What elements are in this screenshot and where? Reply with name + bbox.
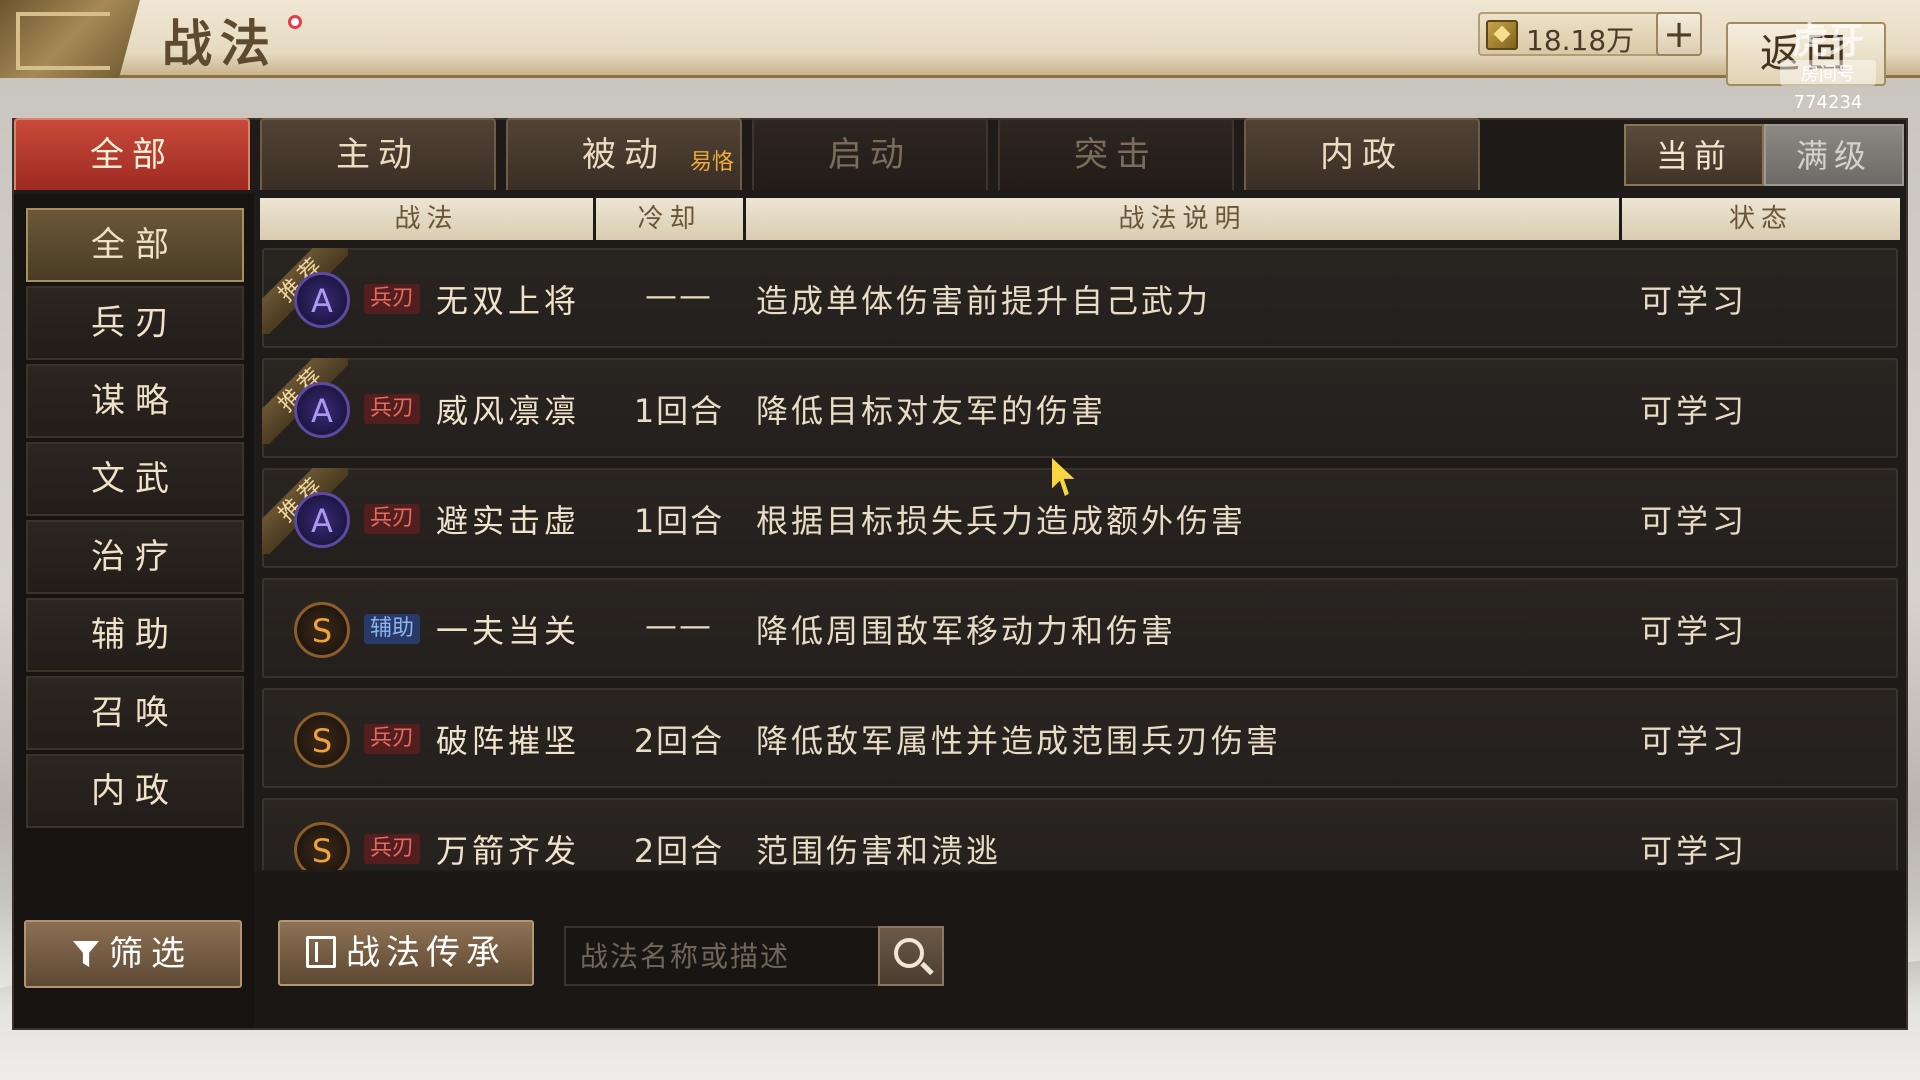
column-header-skill: 战法 (260, 198, 596, 240)
level-toggle: 当前 满级 (1624, 124, 1904, 186)
skill-name: 无双上将 (436, 282, 581, 320)
type-tag: 兵刃 (364, 724, 421, 754)
skill-name: 破阵摧坚 (436, 722, 581, 760)
skill-inherit-label: 战法传承 (346, 933, 506, 973)
skill-description: 根据目标损失兵力造成额外伤害 (756, 502, 1247, 540)
tab-label: 内政 (1320, 135, 1404, 175)
table-row[interactable]: S 辅助 一夫当关 —— 降低周围敌军移动力和伤害 可学习 (262, 578, 1898, 678)
room-number: 774234 (1793, 92, 1863, 113)
tab-passive[interactable]: 被动 易恪 (506, 118, 742, 190)
currency-icon (1486, 20, 1518, 50)
tab-assault[interactable]: 突击 (998, 118, 1234, 190)
tab-all[interactable]: 全部 (14, 118, 250, 190)
table-row[interactable]: 推荐 A 兵刃 无双上将 —— 造成单体伤害前提升自己武力 可学习 (262, 248, 1898, 348)
skill-list: 推荐 A 兵刃 无双上将 —— 造成单体伤害前提升自己武力 可学习 推荐 A 兵… (262, 248, 1898, 870)
add-currency-button[interactable]: + (1656, 12, 1702, 56)
search-button[interactable] (878, 926, 944, 986)
skill-cooldown: 2回合 (633, 722, 725, 760)
tab-launch[interactable]: 启动 (752, 118, 988, 190)
tab-badge: 易恪 (689, 150, 734, 175)
sidebar-item-civil-military[interactable]: 文武 (26, 442, 244, 516)
column-header-description: 战法说明 (746, 198, 1622, 240)
grade-badge: A (294, 272, 350, 328)
bottom-bar: 战法传承 (254, 872, 1906, 1028)
skill-cooldown: 2回合 (633, 832, 725, 870)
sidebar-item-internal[interactable]: 内政 (26, 754, 244, 828)
room-logo: 虎牙 (1791, 21, 1864, 62)
search-input[interactable] (564, 926, 884, 986)
skill-description: 降低周围敌军移动力和伤害 (756, 612, 1177, 650)
type-tag: 兵刃 (364, 394, 421, 424)
skill-description: 降低敌军属性并造成范围兵刃伤害 (756, 722, 1282, 760)
level-max-button[interactable]: 满级 (1764, 124, 1904, 186)
room-label: 房间号 (1780, 60, 1876, 86)
notification-dot-icon (288, 15, 302, 29)
type-tag: 兵刃 (364, 284, 421, 314)
room-badge: 虎牙 房间号 774234 (1772, 24, 1884, 116)
skill-status: 可学习 (1639, 282, 1748, 320)
skill-name: 避实击虚 (436, 502, 581, 540)
skill-cooldown: —— (645, 606, 713, 644)
skill-status: 可学习 (1639, 612, 1748, 650)
tab-label: 启动 (828, 135, 912, 175)
sidebar-item-summon[interactable]: 召唤 (26, 676, 244, 750)
sidebar-item-support[interactable]: 辅助 (26, 598, 244, 672)
type-tag: 辅助 (364, 614, 421, 644)
skill-cooldown: 1回合 (633, 392, 725, 430)
skill-inherit-button[interactable]: 战法传承 (278, 920, 534, 986)
skill-name: 一夫当关 (436, 612, 581, 650)
tab-label: 突击 (1074, 135, 1158, 175)
skill-cooldown: —— (645, 276, 713, 314)
book-icon (306, 936, 336, 968)
table-row[interactable]: S 兵刃 破阵摧坚 2回合 降低敌军属性并造成范围兵刃伤害 可学习 (262, 688, 1898, 788)
skill-description: 降低目标对友军的伤害 (756, 392, 1107, 430)
sidebar: 全部 兵刃 谋略 文武 治疗 辅助 召唤 内政 筛选 (14, 194, 254, 1028)
skill-cooldown: 1回合 (633, 502, 725, 540)
skill-name: 威风凛凛 (436, 392, 581, 430)
type-tag: 兵刃 (364, 504, 421, 534)
type-tag: 兵刃 (364, 834, 421, 864)
grade-badge: A (294, 382, 350, 438)
skill-status: 可学习 (1639, 502, 1748, 540)
grade-badge: S (294, 712, 350, 768)
grade-badge: S (294, 822, 350, 870)
grade-badge: S (294, 602, 350, 658)
level-current-button[interactable]: 当前 (1624, 124, 1764, 186)
tab-active[interactable]: 主动 (260, 118, 496, 190)
sidebar-item-all[interactable]: 全部 (26, 208, 244, 282)
skill-description: 范围伤害和溃逃 (756, 832, 1002, 870)
search-icon (894, 938, 924, 968)
skill-status: 可学习 (1639, 832, 1748, 870)
tab-label: 全部 (90, 135, 174, 175)
sidebar-item-strategy[interactable]: 谋略 (26, 364, 244, 438)
filter-label: 筛选 (109, 934, 193, 974)
filter-icon (73, 941, 99, 967)
column-header-status: 状态 (1622, 198, 1900, 240)
column-header-cooldown: 冷却 (596, 198, 746, 240)
tab-internal[interactable]: 内政 (1244, 118, 1480, 190)
table-row[interactable]: 推荐 A 兵刃 威风凛凛 1回合 降低目标对友军的伤害 可学习 (262, 358, 1898, 458)
page-title: 战法 (162, 14, 278, 73)
corner-ornament (0, 0, 140, 78)
skill-status: 可学习 (1639, 392, 1748, 430)
skill-name: 万箭齐发 (436, 832, 581, 870)
table-header: 战法 冷却 战法说明 状态 (258, 198, 1900, 240)
grade-badge: A (294, 492, 350, 548)
skill-description: 造成单体伤害前提升自己武力 (756, 282, 1212, 320)
table-row[interactable]: S 兵刃 万箭齐发 2回合 范围伤害和溃逃 可学习 (262, 798, 1898, 870)
table-row[interactable]: 推荐 A 兵刃 避实击虚 1回合 根据目标损失兵力造成额外伤害 可学习 (262, 468, 1898, 568)
sidebar-item-heal[interactable]: 治疗 (26, 520, 244, 594)
currency-display: 18.18万 (1478, 12, 1668, 57)
sidebar-item-blade[interactable]: 兵刃 (26, 286, 244, 360)
tab-label: 主动 (336, 135, 420, 175)
filter-button[interactable]: 筛选 (24, 920, 242, 988)
search-icon-handle (920, 961, 934, 976)
currency-value: 18.18万 (1526, 24, 1635, 57)
tab-label: 被动 (582, 135, 666, 175)
skill-status: 可学习 (1639, 722, 1748, 760)
